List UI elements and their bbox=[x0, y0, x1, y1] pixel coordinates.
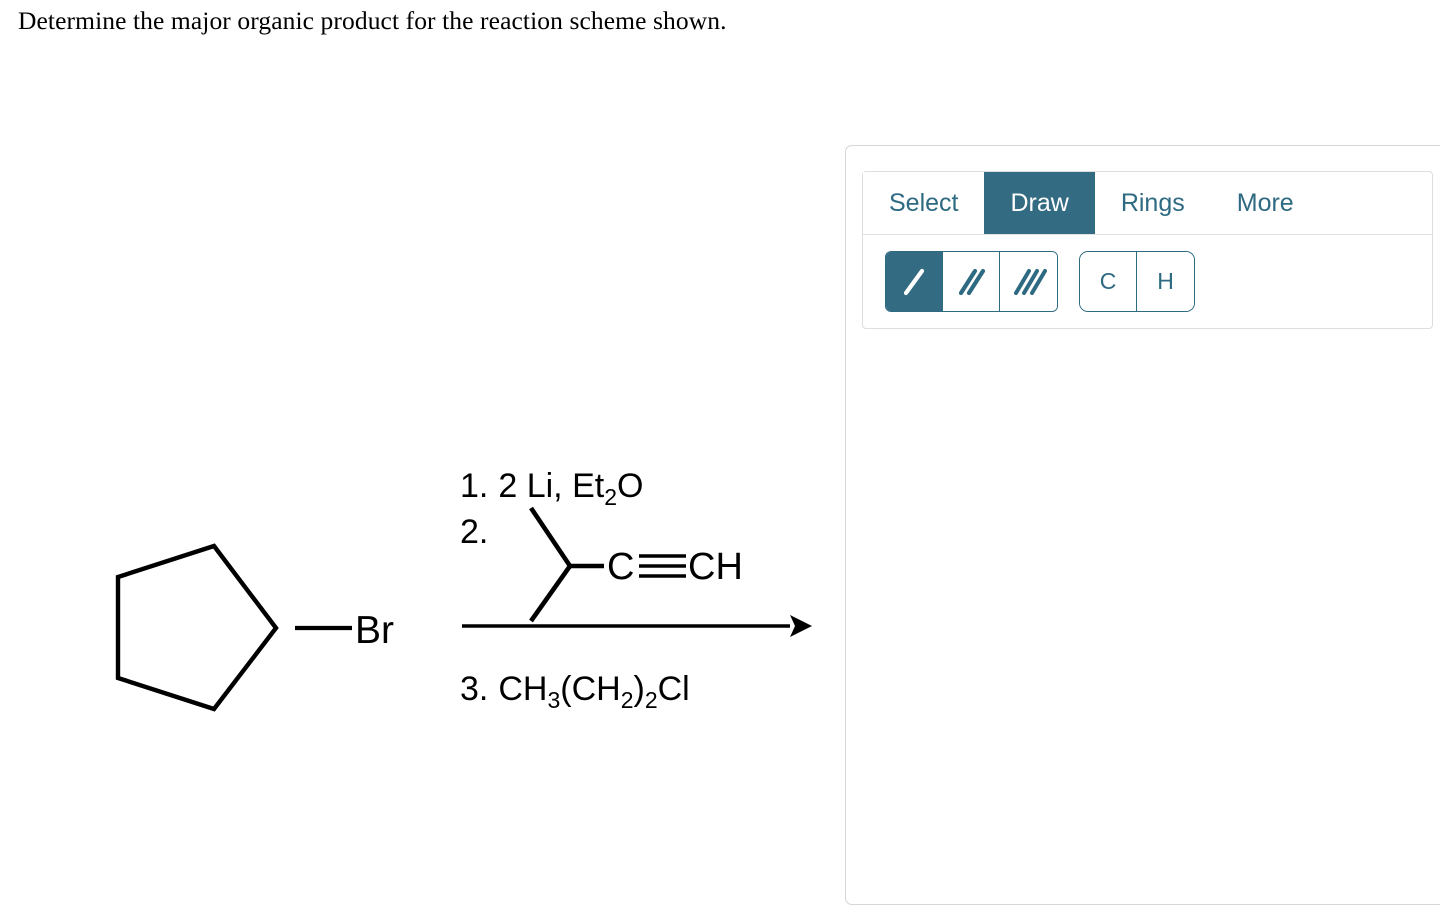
tab-select[interactable]: Select bbox=[863, 172, 985, 234]
isopropyl-group bbox=[529, 506, 604, 623]
tab-more[interactable]: More bbox=[1210, 172, 1320, 234]
alkyne-c-label: C bbox=[607, 546, 634, 588]
condition-1: 1. 2 Li, Et2O bbox=[460, 467, 643, 510]
alkyne-ch-label: CH bbox=[688, 546, 743, 588]
atom-tool-group: C H bbox=[1079, 251, 1195, 312]
reaction-scheme: Br 1. 2 Li, Et2O 2. C CH 3. CH3(CH2)2Cl bbox=[0, 0, 840, 826]
molecule-editor-panel: Select Draw Rings More C H bbox=[845, 145, 1440, 905]
double-bond-tool[interactable] bbox=[943, 252, 1000, 311]
atom-tool-carbon[interactable]: C bbox=[1080, 252, 1137, 311]
condition-2-number: 2. bbox=[460, 513, 488, 551]
tab-draw[interactable]: Draw bbox=[984, 172, 1095, 234]
reaction-arrow bbox=[462, 615, 812, 637]
editor-toolbar: Select Draw Rings More C H bbox=[862, 171, 1433, 329]
triple-bond-icon bbox=[639, 554, 686, 578]
methyl-bond-upper bbox=[529, 506, 572, 568]
atom-tool-hydrogen[interactable]: H bbox=[1137, 252, 1194, 311]
atom-tool-hydrogen-label: H bbox=[1157, 268, 1174, 294]
double-bond-icon bbox=[954, 264, 988, 300]
arrow-head bbox=[790, 615, 812, 637]
cyclopentane-ring-correction bbox=[115, 530, 295, 712]
single-bond-icon bbox=[897, 264, 931, 300]
editor-tool-row: C H bbox=[863, 235, 1432, 328]
tab-more-label: More bbox=[1236, 188, 1294, 217]
editor-tab-strip: Select Draw Rings More bbox=[863, 172, 1432, 235]
triple-bond-tool[interactable] bbox=[1000, 252, 1057, 311]
tab-draw-label: Draw bbox=[1010, 188, 1069, 217]
atom-tool-carbon-label: C bbox=[1099, 268, 1117, 294]
condition-3-text: 3. CH3(CH2)2Cl bbox=[460, 670, 690, 713]
br-atom-label: Br bbox=[355, 609, 394, 652]
triple-bond-icon bbox=[1011, 264, 1047, 300]
condition-2: 2. C CH bbox=[460, 506, 743, 623]
single-bond-tool[interactable] bbox=[886, 252, 943, 311]
tab-rings-label: Rings bbox=[1120, 188, 1185, 217]
condition-1-text: 1. 2 Li, Et2O bbox=[460, 467, 643, 510]
tab-rings[interactable]: Rings bbox=[1094, 172, 1211, 234]
condition-3: 3. CH3(CH2)2Cl bbox=[460, 670, 690, 713]
bond-tool-group bbox=[885, 251, 1058, 312]
tab-select-label: Select bbox=[889, 188, 959, 217]
methyl-bond-lower bbox=[529, 564, 572, 623]
